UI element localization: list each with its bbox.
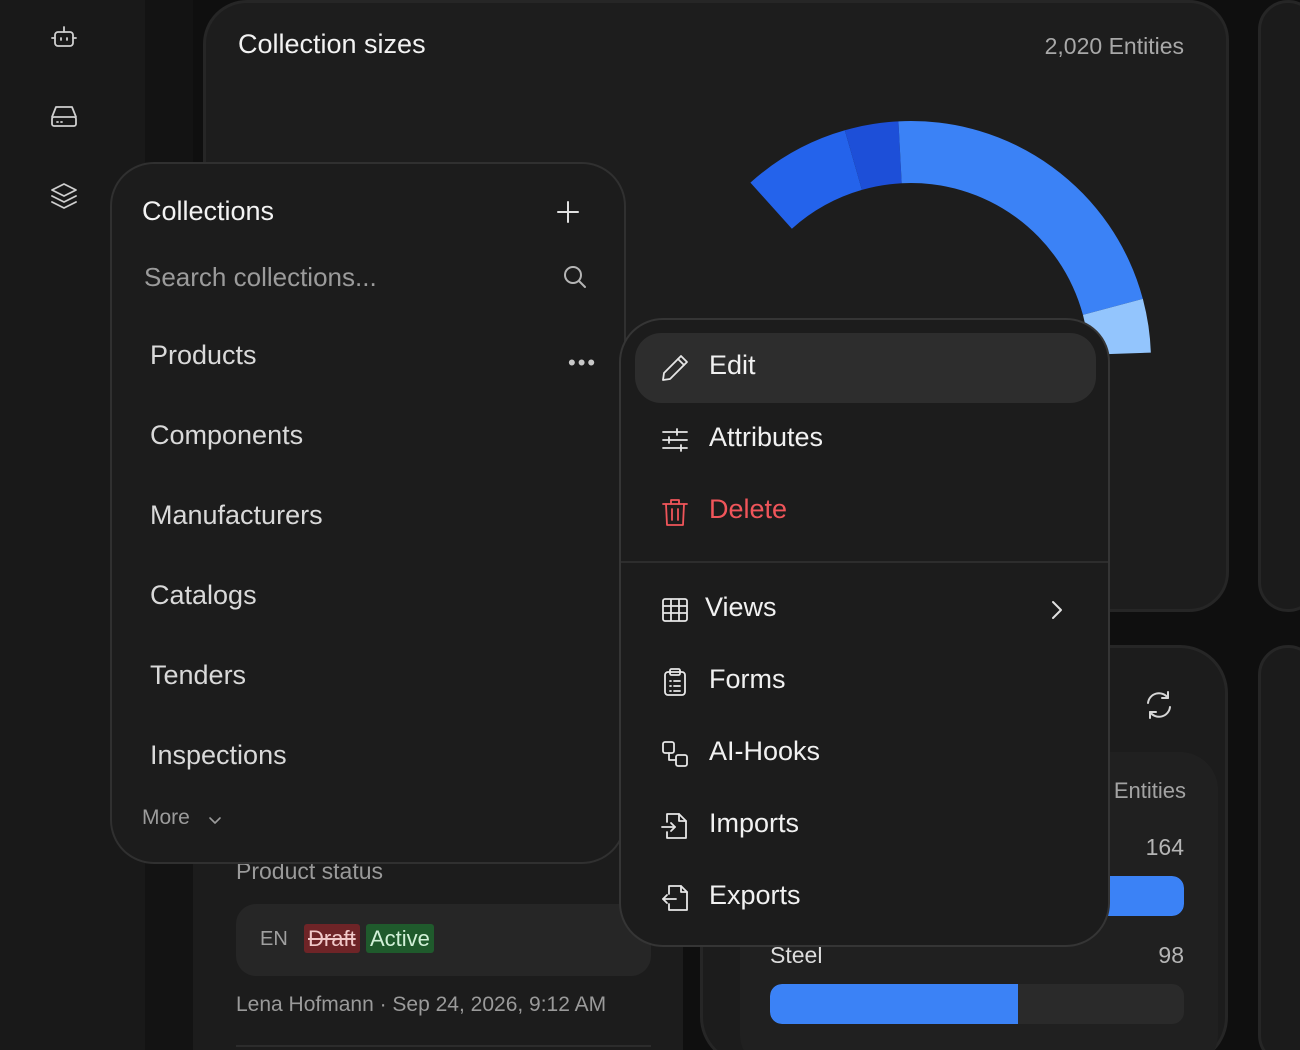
- collection-item-products[interactable]: Products: [150, 340, 257, 371]
- collections-panel: Collections Search collections... Produc…: [110, 162, 626, 864]
- change-meta: Lena Hofmann · Sep 24, 2026, 9:12 AM: [236, 993, 607, 1016]
- collection-item-tenders[interactable]: Tenders: [150, 660, 246, 691]
- clipboard-icon: [664, 668, 686, 696]
- trash-icon: [662, 499, 688, 526]
- drive-icon[interactable]: [44, 96, 84, 136]
- collection-item-catalogs[interactable]: Catalogs: [150, 580, 257, 611]
- menu-item-exports[interactable]: Exports: [635, 863, 1096, 933]
- entity-bar: [770, 984, 1184, 1024]
- menu-item-label: Delete: [709, 494, 788, 524]
- add-collection-button[interactable]: [556, 200, 580, 224]
- hooks-icon: [662, 741, 688, 767]
- menu-item-label: Attributes: [709, 422, 824, 452]
- chevron-right-icon: [1052, 601, 1062, 619]
- divider: [236, 1045, 651, 1047]
- collection-item-manufacturers[interactable]: Manufacturers: [150, 500, 323, 531]
- right-card-edge: [1258, 0, 1300, 612]
- export-icon: [662, 885, 688, 911]
- more-button[interactable]: More: [142, 806, 190, 830]
- menu-item-ai-hooks[interactable]: AI-Hooks: [635, 719, 1096, 789]
- collection-context-menu: Edit Attributes Delete Views Forms AI-Ho…: [619, 318, 1110, 947]
- more-options-icon[interactable]: •••: [568, 350, 597, 376]
- menu-item-views[interactable]: Views: [635, 575, 1096, 645]
- search-icon[interactable]: [562, 264, 588, 290]
- collections-title: Collections: [142, 196, 275, 226]
- menu-item-imports[interactable]: Imports: [635, 791, 1096, 861]
- table-icon: [662, 598, 688, 622]
- donut-segment-1[interactable]: [750, 130, 862, 229]
- new-value-badge: Active: [366, 924, 434, 953]
- entity-bar-fill: [770, 984, 1019, 1024]
- entities-header: Entities: [1113, 778, 1186, 803]
- pencil-icon: [662, 355, 688, 381]
- menu-item-label: Exports: [709, 880, 801, 910]
- old-value-badge: Draft: [304, 924, 360, 953]
- import-icon: [661, 813, 687, 839]
- collection-item-inspections[interactable]: Inspections: [150, 740, 287, 771]
- menu-item-delete[interactable]: Delete: [635, 477, 1096, 547]
- entity-count: 98: [1158, 942, 1184, 968]
- menu-item-label: Views: [705, 592, 777, 622]
- donut-segment-3[interactable]: [898, 121, 1143, 315]
- product-status-change: EN Draft Active: [236, 904, 651, 976]
- menu-item-attributes[interactable]: Attributes: [635, 405, 1096, 475]
- entity-count: 164: [1145, 834, 1184, 860]
- menu-item-label: AI-Hooks: [709, 736, 821, 766]
- language-tag: EN: [260, 928, 288, 950]
- refresh-icon[interactable]: [1142, 688, 1176, 722]
- menu-item-label: Imports: [709, 808, 800, 838]
- menu-item-forms[interactable]: Forms: [635, 647, 1096, 717]
- menu-item-edit[interactable]: Edit: [635, 333, 1096, 403]
- layers-icon[interactable]: [44, 176, 84, 216]
- bot-icon[interactable]: [44, 17, 84, 57]
- sliders-icon: [662, 428, 688, 452]
- chevron-down-icon[interactable]: [208, 814, 222, 828]
- search-input[interactable]: Search collections...: [144, 262, 377, 293]
- right-card-edge-lower: [1258, 645, 1300, 1050]
- menu-item-label: Edit: [709, 350, 756, 380]
- menu-item-label: Forms: [709, 664, 786, 694]
- menu-divider: [621, 561, 1108, 563]
- collection-item-components[interactable]: Components: [150, 420, 303, 451]
